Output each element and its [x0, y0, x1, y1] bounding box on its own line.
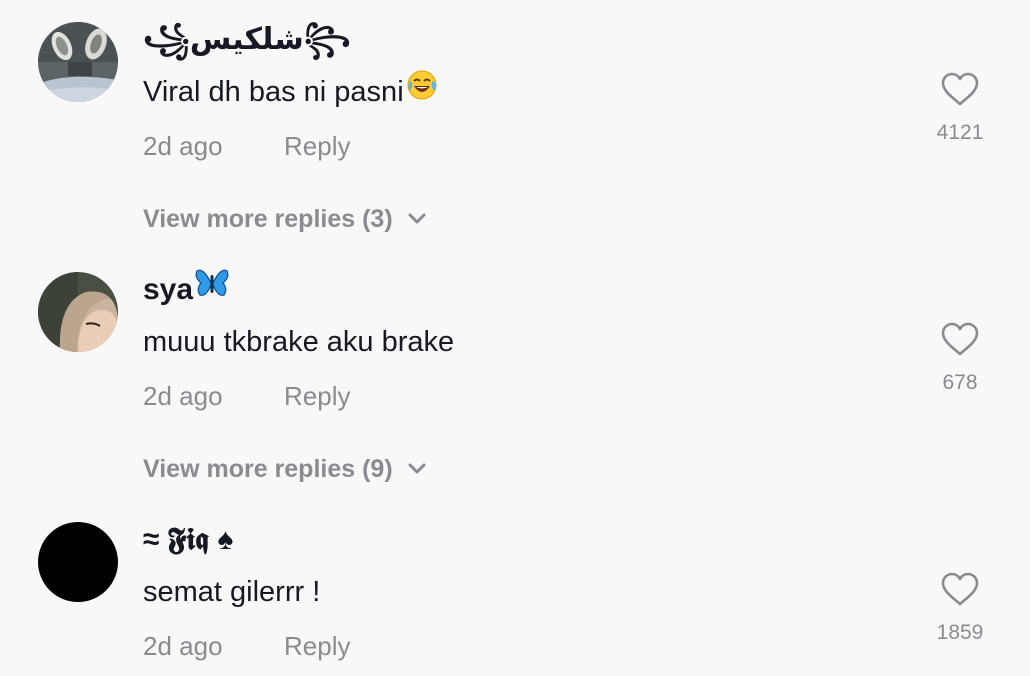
reply-button[interactable]: Reply [284, 126, 350, 166]
timestamp: 2d ago [143, 381, 223, 411]
blue-butterfly-emoji-icon [195, 267, 229, 310]
comment-text-content: Viral dh bas ni pasni [143, 76, 404, 108]
tears-of-joy-emoji-icon [406, 69, 438, 112]
username[interactable]: ≈ 𝕱𝖎𝖖 ♠ [143, 520, 233, 560]
avatar[interactable] [38, 272, 118, 352]
timestamp: 2d ago [143, 131, 223, 161]
hijab-photo-avatar-icon [38, 272, 118, 352]
view-more-replies-button[interactable]: View more replies (3) [143, 199, 427, 239]
comment-meta: 2d ago Reply [143, 626, 350, 666]
comment-text: Viral dh bas ni pasni [143, 69, 438, 112]
chevron-down-icon [407, 198, 427, 238]
timestamp: 2d ago [143, 631, 223, 661]
username[interactable]: sya [143, 267, 229, 310]
like-count: 1859 [936, 621, 984, 644]
heart-icon[interactable] [940, 320, 980, 360]
like-control: 678 [920, 320, 1000, 396]
view-more-replies-label: View more replies (9) [143, 455, 393, 483]
comment-meta: 2d ago Reply [143, 126, 350, 166]
comment-meta: 2d ago Reply [143, 376, 350, 416]
comment-text: muuu tkbrake aku brake [143, 326, 455, 358]
black-circle-avatar-icon [38, 522, 118, 602]
like-count: 678 [942, 371, 978, 394]
comment-item: ≈ 𝕱𝖎𝖖 ♠ semat gilerrr ! 2d ago Reply 1859 [0, 500, 1030, 676]
heart-icon[interactable] [940, 70, 980, 110]
like-control: 4121 [920, 70, 1000, 146]
username-text: sya [143, 273, 194, 306]
chevron-down-icon [407, 448, 427, 488]
reply-button[interactable]: Reply [284, 626, 350, 666]
avatar[interactable] [38, 22, 118, 102]
shoes-photo-avatar-icon [38, 22, 118, 102]
view-more-replies-label: View more replies (3) [143, 205, 393, 233]
heart-icon[interactable] [940, 570, 980, 610]
comment-item: ꧁شلكيس꧂ Viral dh bas ni pasni 2d ago Repl… [0, 0, 1030, 250]
like-control: 1859 [920, 570, 1000, 646]
avatar[interactable] [38, 522, 118, 602]
comment-item: sya muuu tkbrake aku brake 2d ago Reply 6… [0, 250, 1030, 500]
comment-text: semat gilerrr ! [143, 576, 321, 608]
reply-button[interactable]: Reply [284, 376, 350, 416]
view-more-replies-button[interactable]: View more replies (9) [143, 449, 427, 489]
username[interactable]: ꧁شلكيس꧂ [143, 20, 351, 60]
like-count: 4121 [936, 121, 984, 144]
